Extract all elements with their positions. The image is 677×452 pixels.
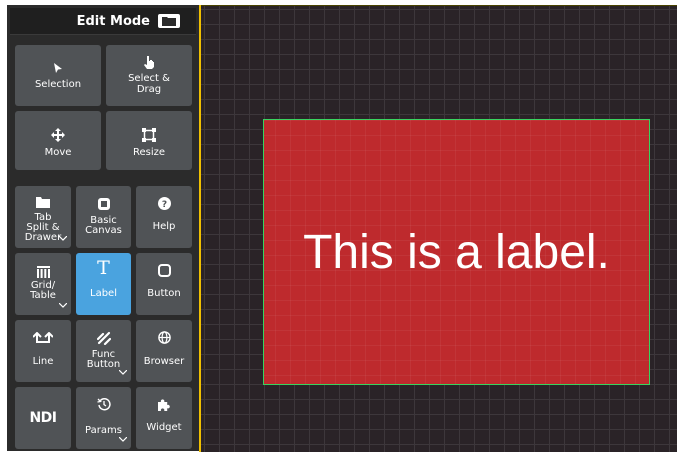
square-icon: [76, 197, 131, 213]
hand-pointer-icon: [106, 55, 192, 72]
link-icon: [76, 331, 131, 348]
help-label: Help: [152, 221, 176, 232]
button-button-label: Button: [147, 288, 181, 299]
canvas-left-edge: [199, 5, 201, 452]
ndi-button[interactable]: NDI: [15, 387, 71, 449]
history-icon: [76, 397, 131, 414]
chevron-down-icon: [118, 360, 128, 379]
folder-tab-icon: [15, 195, 71, 211]
canvas-top-border: [200, 5, 677, 6]
move-arrows-icon: [15, 128, 101, 145]
chevron-down-icon: [58, 293, 68, 312]
select-drag-label-2: Drag: [136, 84, 162, 95]
edit-panel: Edit Mode Selection Select & Drag Move R…: [7, 5, 199, 451]
table-icon: [15, 265, 71, 281]
basic-canvas-button[interactable]: Basic Canvas: [76, 186, 131, 248]
label-button-label: Label: [90, 288, 117, 299]
puzzle-icon: [136, 397, 192, 414]
selection-label: Selection: [34, 79, 82, 90]
edit-mode-title: Edit Mode: [76, 14, 150, 29]
browser-button[interactable]: Browser: [136, 320, 192, 382]
help-button[interactable]: ? Help: [136, 186, 192, 248]
edit-mode-bar: Edit Mode: [10, 8, 196, 35]
chevron-down-icon: [58, 226, 68, 245]
question-circle-icon: ?: [136, 197, 192, 213]
svg-text:?: ?: [161, 200, 166, 210]
folder-icon[interactable]: [158, 14, 180, 28]
params-button[interactable]: Params: [76, 387, 131, 449]
move-button[interactable]: Move: [15, 111, 101, 170]
globe-icon: [136, 331, 192, 347]
label-widget[interactable]: This is a label.: [263, 119, 650, 385]
grid-table-button[interactable]: Grid/ Table: [15, 253, 71, 315]
text-t-icon: T: [97, 257, 110, 279]
tab-split-drawer-button[interactable]: Tab Split & Drawer: [15, 186, 71, 248]
label-widget-text: This is a label.: [303, 226, 610, 279]
resize-button[interactable]: Resize: [106, 111, 192, 170]
widget-button[interactable]: Widget: [136, 387, 192, 449]
select-drag-label-1: Select &: [128, 73, 170, 84]
ndi-label: NDI: [29, 410, 57, 426]
resize-frame-icon: [106, 128, 192, 145]
line-arrows-icon: [15, 331, 71, 347]
widget-label: Widget: [146, 422, 182, 433]
line-label: Line: [32, 356, 54, 367]
browser-label: Browser: [143, 356, 185, 367]
chevron-down-icon: [118, 427, 128, 446]
selection-button[interactable]: Selection: [15, 45, 101, 106]
basic-canvas-label-2: Canvas: [85, 225, 122, 236]
label-button[interactable]: T Label: [76, 253, 131, 315]
cursor-arrow-icon: [15, 61, 101, 77]
button-button[interactable]: Button: [136, 253, 192, 315]
rounded-square-icon: [136, 264, 192, 280]
line-button[interactable]: Line: [15, 320, 71, 382]
select-drag-button[interactable]: Select & Drag: [106, 45, 192, 106]
move-label: Move: [44, 147, 72, 158]
resize-label: Resize: [132, 147, 166, 158]
func-button-button[interactable]: Func Button: [76, 320, 131, 382]
